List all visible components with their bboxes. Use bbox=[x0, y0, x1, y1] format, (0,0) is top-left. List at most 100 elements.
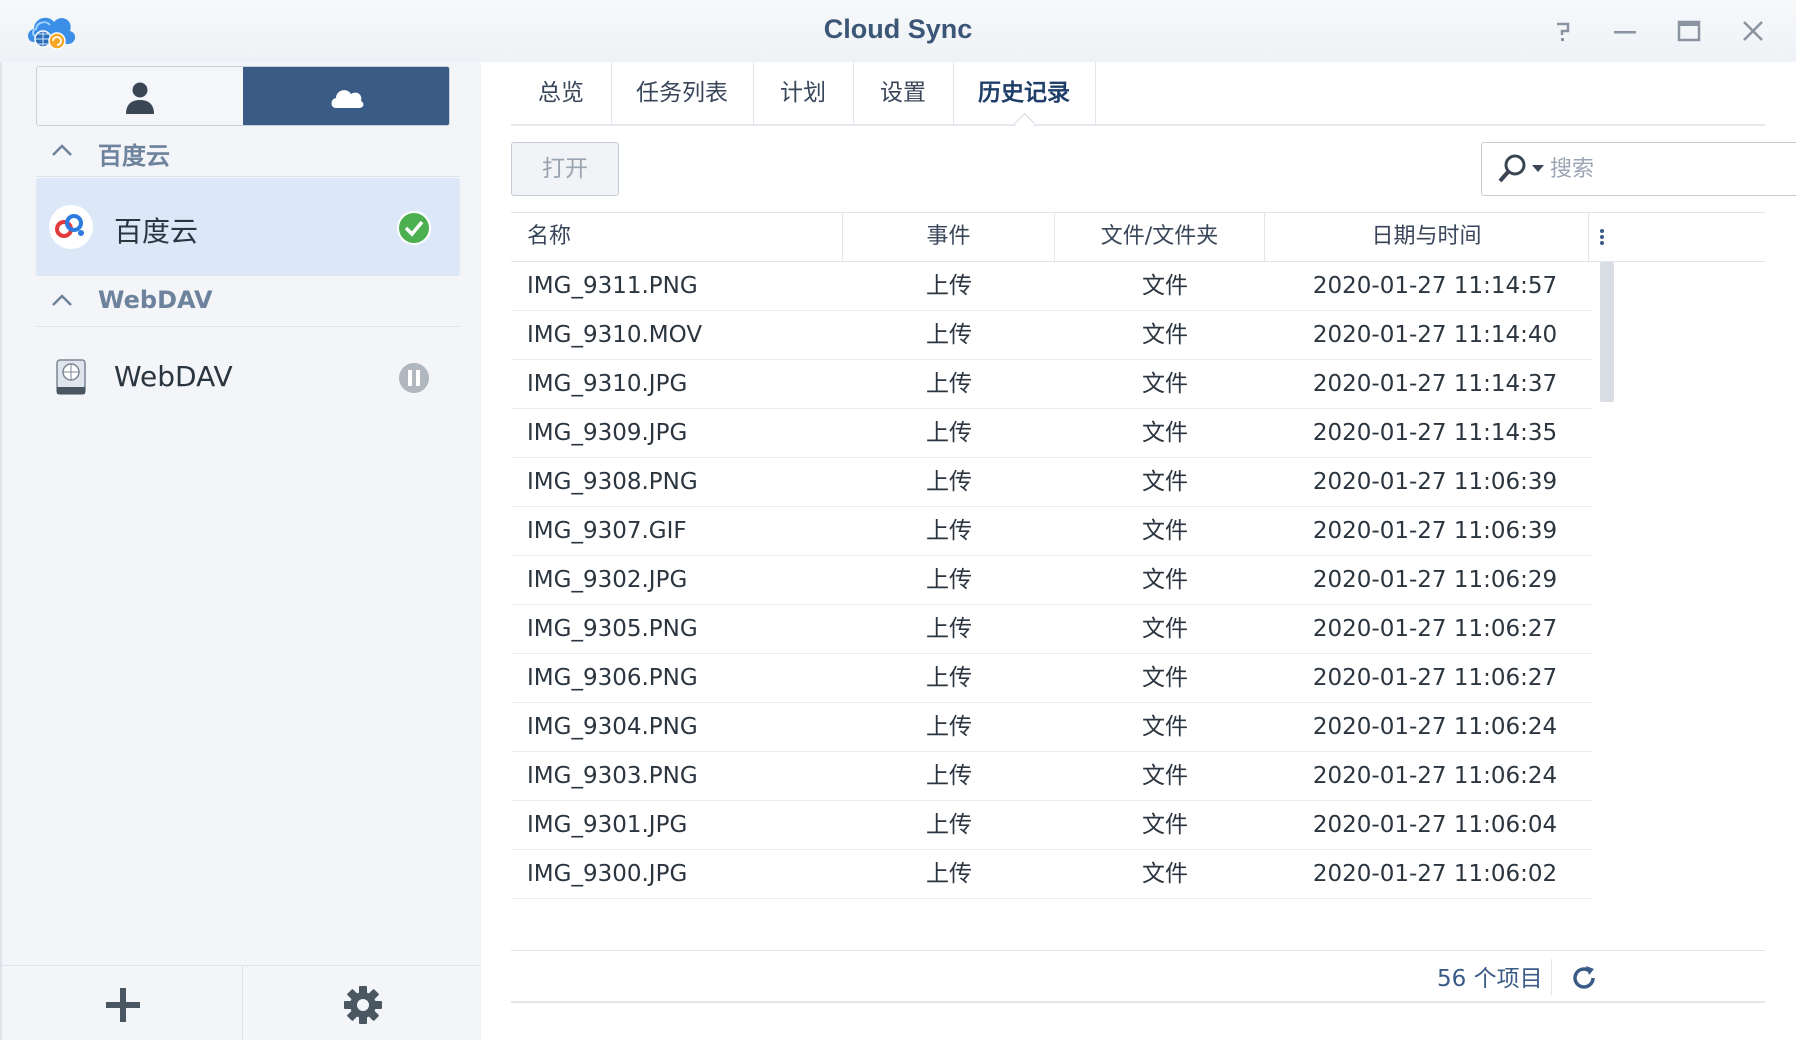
sidebar: 百度云 百度云 WebDAV WebDAV bbox=[0, 62, 483, 1040]
cell-datetime: 2020-01-27 11:06:04 bbox=[1312, 812, 1558, 838]
cell-type: 文件 bbox=[1142, 861, 1188, 887]
cell-datetime: 2020-01-27 11:14:40 bbox=[1312, 322, 1558, 348]
account-item-baidu[interactable]: 百度云 bbox=[36, 178, 460, 276]
group-header-baidu[interactable]: 百度云 bbox=[36, 124, 460, 177]
cell-event: 上传 bbox=[926, 273, 972, 299]
column-header-datetime[interactable]: 日期与时间 bbox=[1265, 213, 1589, 261]
account-name: WebDAV bbox=[114, 360, 233, 393]
user-view-button[interactable] bbox=[37, 67, 244, 125]
column-header-event[interactable]: 事件 bbox=[843, 213, 1055, 261]
refresh-icon[interactable] bbox=[1569, 963, 1599, 993]
cell-type: 文件 bbox=[1142, 518, 1188, 544]
cell-type: 文件 bbox=[1142, 812, 1188, 838]
cell-name: IMG_9308.PNG bbox=[527, 469, 698, 495]
search-icon[interactable] bbox=[1496, 153, 1530, 185]
cell-event: 上传 bbox=[926, 812, 972, 838]
maximize-button[interactable] bbox=[1672, 14, 1706, 48]
sidebar-footer bbox=[2, 965, 482, 1040]
cloud-sync-window: Cloud Sync 百度云 百度云 WebDAV WebDAV 总览 任务列表… bbox=[0, 0, 1796, 1040]
cell-datetime: 2020-01-27 11:06:24 bbox=[1312, 763, 1558, 789]
tab-overview[interactable]: 总览 bbox=[511, 62, 612, 124]
cell-type: 文件 bbox=[1142, 567, 1188, 593]
cell-datetime: 2020-01-27 11:06:29 bbox=[1312, 567, 1558, 593]
scrollbar-thumb[interactable] bbox=[1600, 262, 1614, 402]
cell-event: 上传 bbox=[926, 322, 972, 348]
table-row[interactable]: IMG_9310.MOV 上传 文件 2020-01-27 11:14:40 bbox=[511, 311, 1593, 360]
table-row[interactable]: IMG_9304.PNG 上传 文件 2020-01-27 11:06:24 bbox=[511, 703, 1593, 752]
table-row[interactable]: IMG_9306.PNG 上传 文件 2020-01-27 11:06:27 bbox=[511, 654, 1593, 703]
cloud-view-button[interactable] bbox=[243, 67, 449, 125]
search-box bbox=[1481, 142, 1796, 196]
cloud-icon bbox=[331, 90, 364, 108]
column-header-name[interactable]: 名称 bbox=[511, 213, 843, 261]
cell-name: IMG_9309.JPG bbox=[527, 420, 688, 446]
cell-event: 上传 bbox=[926, 665, 972, 691]
column-menu-button[interactable] bbox=[1589, 213, 1613, 261]
table-row[interactable]: IMG_9310.JPG 上传 文件 2020-01-27 11:14:37 bbox=[511, 360, 1593, 409]
cell-event: 上传 bbox=[926, 371, 972, 397]
group-title: WebDAV bbox=[98, 286, 213, 314]
pause-icon bbox=[399, 363, 429, 393]
table-row[interactable]: IMG_9309.JPG 上传 文件 2020-01-27 11:14:35 bbox=[511, 409, 1593, 458]
cell-datetime: 2020-01-27 11:06:24 bbox=[1312, 714, 1558, 740]
footer-divider bbox=[1551, 959, 1552, 995]
account-item-webdav[interactable]: WebDAV bbox=[36, 328, 460, 426]
table-row[interactable]: IMG_9301.JPG 上传 文件 2020-01-27 11:06:04 bbox=[511, 801, 1593, 850]
cell-name: IMG_9311.PNG bbox=[527, 273, 698, 299]
group-header-webdav[interactable]: WebDAV bbox=[36, 274, 460, 327]
check-circle-icon bbox=[397, 211, 431, 245]
settings-button[interactable] bbox=[242, 966, 482, 1040]
webdav-server-icon bbox=[56, 359, 86, 395]
cell-type: 文件 bbox=[1142, 665, 1188, 691]
table-row[interactable]: IMG_9302.JPG 上传 文件 2020-01-27 11:06:29 bbox=[511, 556, 1593, 605]
group-title: 百度云 bbox=[98, 142, 170, 170]
table-row[interactable]: IMG_9300.JPG 上传 文件 2020-01-27 11:06:02 bbox=[511, 850, 1593, 899]
history-table: 名称 事件 文件/文件夹 日期与时间 IMG_9311.PNG 上传 文件 2020-… bbox=[511, 212, 1765, 948]
search-input[interactable] bbox=[1548, 149, 1796, 189]
gear-icon bbox=[344, 986, 382, 1024]
cell-name: IMG_9306.PNG bbox=[527, 665, 698, 691]
add-account-button[interactable] bbox=[2, 966, 243, 1040]
table-row[interactable]: IMG_9303.PNG 上传 文件 2020-01-27 11:06:24 bbox=[511, 752, 1593, 801]
cell-event: 上传 bbox=[926, 469, 972, 495]
cell-name: IMG_9300.JPG bbox=[527, 861, 688, 887]
help-button[interactable] bbox=[1546, 14, 1580, 48]
table-row[interactable]: IMG_9311.PNG 上传 文件 2020-01-27 11:14:57 bbox=[511, 262, 1593, 311]
table-row[interactable]: IMG_9305.PNG 上传 文件 2020-01-27 11:06:27 bbox=[511, 605, 1593, 654]
cell-type: 文件 bbox=[1142, 420, 1188, 446]
maximize-icon bbox=[1677, 20, 1701, 42]
column-header-type[interactable]: 文件/文件夹 bbox=[1055, 213, 1265, 261]
cell-type: 文件 bbox=[1142, 469, 1188, 495]
close-button[interactable] bbox=[1736, 14, 1770, 48]
chevron-up-icon bbox=[52, 294, 72, 306]
tab-task-list[interactable]: 任务列表 bbox=[611, 62, 754, 124]
cell-event: 上传 bbox=[926, 763, 972, 789]
caret-down-icon[interactable] bbox=[1532, 165, 1544, 173]
cell-datetime: 2020-01-27 11:06:27 bbox=[1312, 665, 1558, 691]
close-icon bbox=[1743, 21, 1763, 41]
cell-event: 上传 bbox=[926, 616, 972, 642]
tab-schedule[interactable]: 计划 bbox=[753, 62, 854, 124]
item-count: 56 个项目 bbox=[1437, 966, 1543, 992]
cell-event: 上传 bbox=[926, 420, 972, 446]
cell-datetime: 2020-01-27 11:14:35 bbox=[1312, 420, 1558, 446]
cell-type: 文件 bbox=[1142, 371, 1188, 397]
cell-datetime: 2020-01-27 11:14:57 bbox=[1312, 273, 1558, 299]
cell-name: IMG_9310.MOV bbox=[527, 322, 703, 348]
view-toggle bbox=[36, 66, 450, 126]
vertical-scrollbar[interactable] bbox=[1600, 262, 1614, 948]
cell-datetime: 2020-01-27 11:14:37 bbox=[1312, 371, 1558, 397]
table-row[interactable]: IMG_9307.GIF 上传 文件 2020-01-27 11:06:39 bbox=[511, 507, 1593, 556]
minimize-button[interactable] bbox=[1608, 14, 1642, 48]
cell-name: IMG_9303.PNG bbox=[527, 763, 698, 789]
window-title: Cloud Sync bbox=[823, 14, 973, 44]
cell-name: IMG_9310.JPG bbox=[527, 371, 688, 397]
cell-datetime: 2020-01-27 11:06:02 bbox=[1312, 861, 1558, 887]
cell-datetime: 2020-01-27 11:06:39 bbox=[1312, 469, 1558, 495]
tab-settings[interactable]: 设置 bbox=[853, 62, 954, 124]
table-row[interactable]: IMG_9308.PNG 上传 文件 2020-01-27 11:06:39 bbox=[511, 458, 1593, 507]
chevron-up-icon bbox=[52, 144, 72, 156]
open-button[interactable]: 打开 bbox=[511, 142, 619, 196]
main-panel: 总览 任务列表 计划 设置 历史记录 打开 名称 事件 文件/文件夹 日期与时间 bbox=[481, 62, 1796, 1040]
cell-type: 文件 bbox=[1142, 322, 1188, 348]
